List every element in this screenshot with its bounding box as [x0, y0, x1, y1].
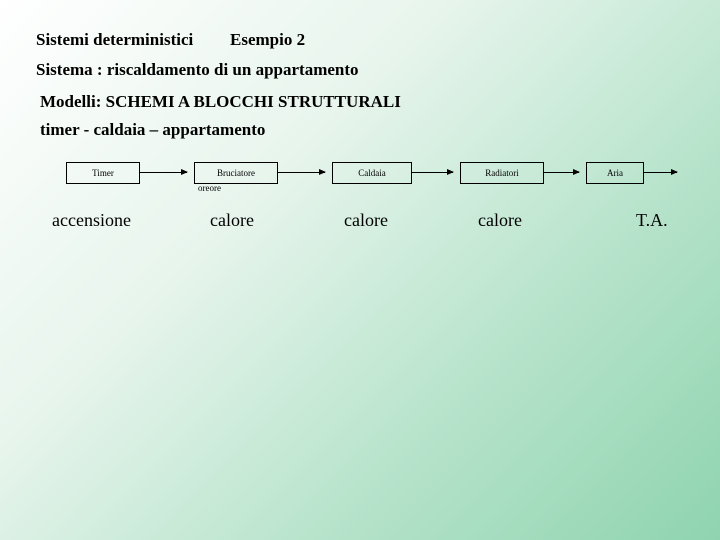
header-title-right: Esempio 2: [230, 30, 305, 50]
block-radiatori: Radiatori: [460, 162, 544, 184]
header-chain: timer - caldaia – appartamento: [40, 120, 265, 140]
block-diagram: Timer Bruciatore oreore Caldaia Radiator…: [0, 162, 720, 202]
header-modelli: Modelli: SCHEMI A BLOCCHI STRUTTURALI: [40, 92, 401, 112]
header-title-left: Sistemi deterministici: [36, 30, 193, 50]
arrow-icon: [277, 172, 325, 173]
label-calore-1: calore: [210, 210, 254, 231]
arrow-icon: [139, 172, 187, 173]
block-bruciatore: Bruciatore: [194, 162, 278, 184]
arrow-icon: [543, 172, 579, 173]
block-bruciatore-sub: oreore: [198, 183, 278, 193]
block-timer: Timer: [66, 162, 140, 184]
arrow-icon: [643, 172, 677, 173]
block-aria: Aria: [586, 162, 644, 184]
header-subtitle: Sistema : riscaldamento di un appartamen…: [36, 60, 359, 80]
label-calore-3: calore: [478, 210, 522, 231]
label-ta: T.A.: [636, 210, 668, 231]
arrow-icon: [411, 172, 453, 173]
label-calore-2: calore: [344, 210, 388, 231]
block-caldaia: Caldaia: [332, 162, 412, 184]
label-accensione: accensione: [52, 210, 131, 231]
